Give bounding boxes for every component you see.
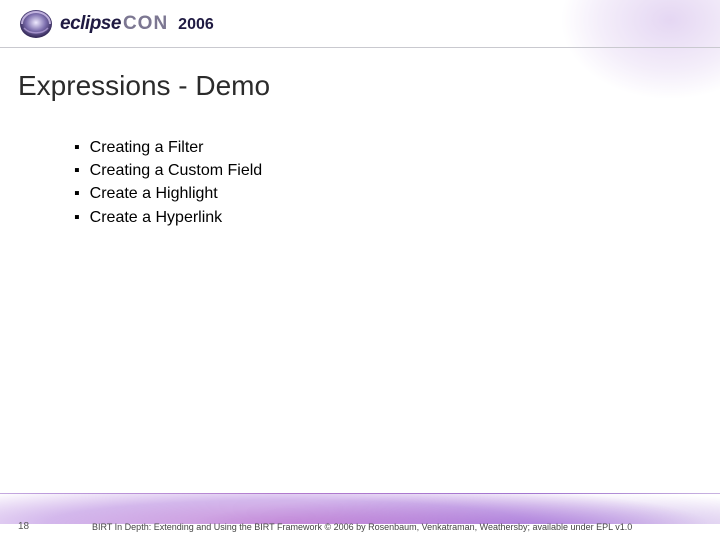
list-item: Create a Hyperlink bbox=[74, 206, 720, 229]
brand-con: CON bbox=[123, 13, 168, 35]
page-number: 18 bbox=[18, 521, 29, 532]
bullet-list: Creating a Filter Creating a Custom Fiel… bbox=[74, 136, 720, 229]
decorative-footer-wave bbox=[0, 493, 720, 524]
brand-text: eclipse CON 2006 bbox=[60, 13, 214, 35]
footer-copyright: BIRT In Depth: Extending and Using the B… bbox=[92, 522, 710, 532]
header-rule bbox=[0, 47, 720, 48]
footer: 18 BIRT In Depth: Extending and Using th… bbox=[0, 494, 720, 540]
header-bar: eclipse CON 2006 bbox=[0, 0, 720, 48]
list-item: Creating a Custom Field bbox=[74, 159, 720, 182]
brand-eclipse: eclipse bbox=[60, 13, 121, 35]
eclipse-swirl-icon bbox=[18, 7, 54, 41]
slide-title: Expressions - Demo bbox=[18, 70, 720, 102]
list-item: Create a Highlight bbox=[74, 182, 720, 205]
brand-year: 2006 bbox=[178, 16, 214, 34]
list-item: Creating a Filter bbox=[74, 136, 720, 159]
